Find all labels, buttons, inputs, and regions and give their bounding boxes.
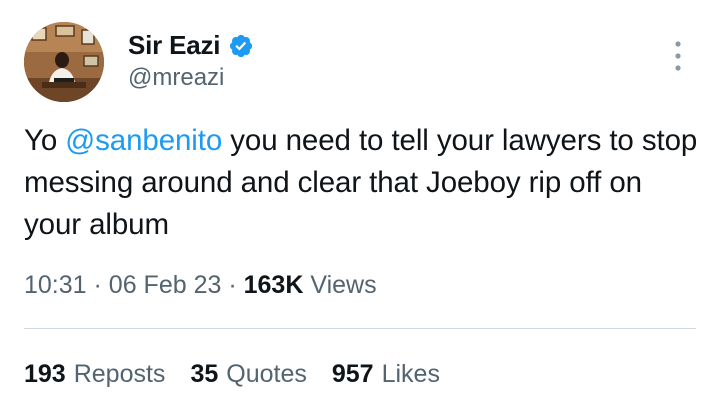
reposts-label: Reposts xyxy=(73,360,166,388)
verified-badge-icon[interactable] xyxy=(228,33,254,59)
views-label: Views xyxy=(310,271,377,299)
display-name[interactable]: Sir Eazi xyxy=(128,30,221,61)
quotes-label: Quotes xyxy=(226,360,307,388)
tweet-text-start: Yo xyxy=(24,124,66,157)
tweet-text: Yo @sanbenito you need to tell your lawy… xyxy=(24,120,704,246)
divider xyxy=(24,328,696,329)
engagement-stats: 193 Reposts 35 Quotes 957 Likes xyxy=(24,360,440,389)
quotes-stat[interactable]: 35 Quotes xyxy=(190,360,306,389)
likes-stat[interactable]: 957 Likes xyxy=(332,360,440,389)
mention-link[interactable]: @sanbenito xyxy=(65,124,222,157)
reposts-stat[interactable]: 193 Reposts xyxy=(24,360,165,389)
tweet-date[interactable]: 06 Feb 23 xyxy=(109,271,222,299)
tweet-time[interactable]: 10:31 xyxy=(24,271,87,299)
tweet-meta: 10:31 · 06 Feb 23 · 163K Views xyxy=(24,271,377,300)
reposts-count: 193 xyxy=(24,360,66,388)
author-handle[interactable]: @mreazi xyxy=(128,64,224,92)
profile-photo xyxy=(24,22,104,102)
meta-separator: · xyxy=(93,271,102,299)
author-name-row: Sir Eazi xyxy=(128,30,254,61)
more-options-icon[interactable] xyxy=(668,38,688,74)
quotes-count: 35 xyxy=(190,360,219,388)
avatar[interactable] xyxy=(24,22,104,102)
likes-label: Likes xyxy=(381,360,440,388)
views-count: 163K xyxy=(243,271,304,299)
meta-separator: · xyxy=(228,271,237,299)
likes-count: 957 xyxy=(331,360,374,388)
